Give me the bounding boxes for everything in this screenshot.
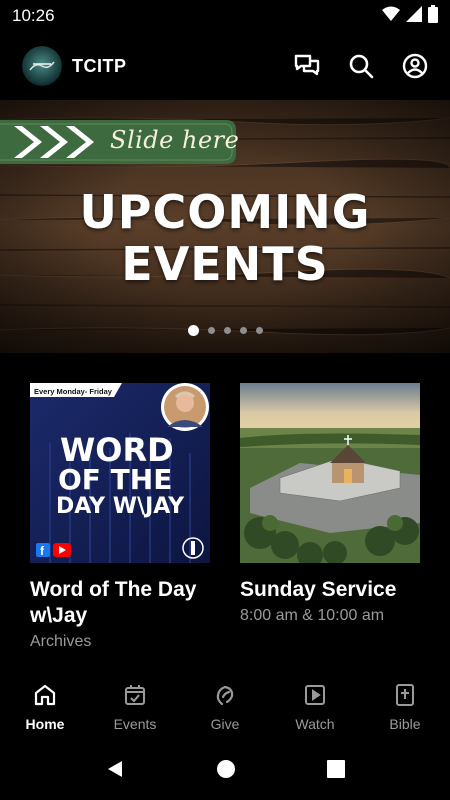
card-sunday-service[interactable]: Sunday Service 8:00 am & 10:00 am [240, 383, 420, 625]
nav-bible-label: Bible [389, 715, 421, 732]
card-thumbnail [240, 383, 420, 563]
system-navigation [0, 742, 450, 800]
header-actions [294, 53, 428, 79]
status-time: 10:26 [12, 6, 55, 25]
carousel-dots [0, 325, 450, 336]
card-word-of-the-day[interactable]: Every Monday- Friday WORD OF THE DAY W\J… [30, 383, 210, 651]
recents-icon[interactable] [326, 759, 345, 783]
status-bar: 10:26 [0, 0, 450, 32]
nav-give-label: Give [210, 715, 240, 732]
chat-icon[interactable] [294, 54, 320, 78]
carousel-dot-4[interactable] [239, 327, 247, 334]
bible-icon [393, 683, 417, 712]
signal-icon [406, 5, 422, 27]
nav-bible[interactable]: Bible [360, 683, 450, 732]
account-icon[interactable] [402, 53, 428, 79]
nav-watch-label: Watch [295, 715, 335, 732]
home-circle-icon[interactable] [216, 759, 236, 784]
nav-home[interactable]: Home [0, 683, 90, 732]
play-icon [303, 683, 327, 712]
back-icon[interactable] [105, 759, 125, 784]
hero-title-line2: EVENTS [121, 237, 329, 291]
thumb-title-2: OF THE [58, 463, 172, 496]
church-logo-avatar[interactable] [22, 46, 62, 86]
app-header: TCITP [0, 32, 450, 100]
nav-give[interactable]: Give [180, 683, 270, 732]
card-subtitle: Archives [30, 633, 92, 650]
wifi-icon [382, 6, 400, 27]
status-icons [382, 4, 438, 28]
nav-home-label: Home [25, 715, 65, 732]
thumb-title-3: DAY W\JAY [56, 494, 185, 519]
nav-events-label: Events [113, 715, 157, 732]
card-title: Sunday Service [240, 578, 397, 601]
battery-icon [428, 4, 438, 28]
app-title: TCITP [72, 55, 127, 76]
carousel-dot-5[interactable] [255, 327, 263, 334]
carousel-dot-1[interactable] [187, 325, 199, 336]
hero-carousel[interactable]: Slide here UPCOMING EVENTS [0, 100, 450, 353]
give-icon [213, 683, 237, 712]
nav-events[interactable]: Events [90, 683, 180, 732]
home-icon [33, 683, 57, 712]
bottom-navigation: Home Events Give Watch Bible [0, 672, 450, 742]
slide-here-label: Slide here [110, 126, 240, 154]
thumb-banner-text: Every Monday- Friday [34, 387, 113, 396]
card-subtitle: 8:00 am & 10:00 am [240, 607, 385, 624]
hero-title-line1: UPCOMING [79, 185, 371, 239]
card-title: Word of The Day w\Jay [30, 578, 197, 627]
nav-watch[interactable]: Watch [270, 683, 360, 732]
search-icon[interactable] [348, 53, 374, 79]
calendar-icon [123, 683, 147, 712]
carousel-dot-2[interactable] [207, 327, 215, 334]
card-thumbnail: Every Monday- Friday WORD OF THE DAY W\J… [30, 383, 210, 563]
carousel-dot-3[interactable] [223, 327, 231, 334]
hero-title: UPCOMING EVENTS [0, 186, 450, 290]
